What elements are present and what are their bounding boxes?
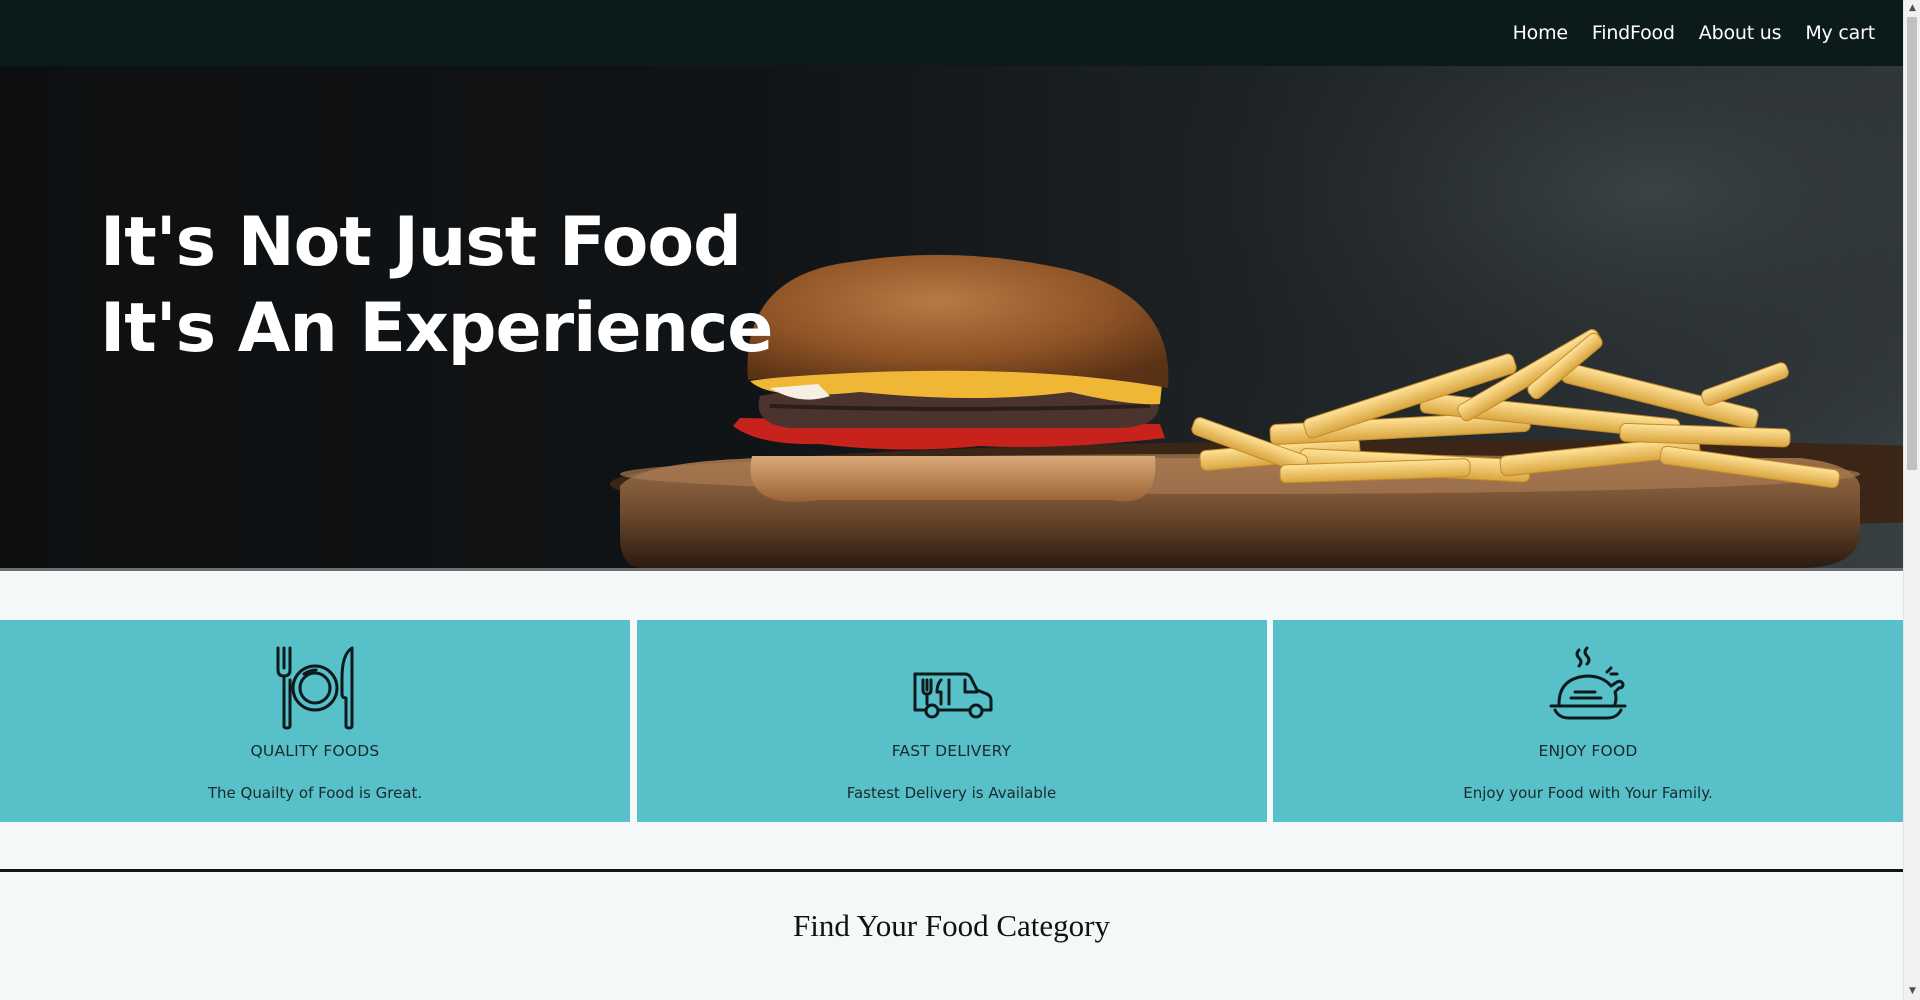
- page: Home FindFood About us My cart It's Not …: [0, 0, 1903, 1000]
- scrollbar-thumb[interactable]: [1907, 17, 1917, 470]
- plate-cutlery-icon: [276, 646, 354, 730]
- hero-heading-line1: It's Not Just Food: [100, 203, 742, 282]
- feature-card-delivery: FAST DELIVERY Fastest Delivery is Availa…: [636, 620, 1267, 822]
- section-divider: [0, 869, 1903, 872]
- nav-findfood-link[interactable]: FindFood: [1592, 22, 1675, 44]
- feature-description: Enjoy your Food with Your Family.: [1463, 784, 1713, 802]
- page-scrollbar[interactable]: ▲ ▼: [1903, 0, 1920, 1000]
- feature-title: ENJOY FOOD: [1538, 742, 1638, 760]
- scroll-up-icon[interactable]: ▲: [1904, 0, 1920, 17]
- roast-chicken-icon: [1549, 646, 1627, 720]
- delivery-van-icon: [913, 672, 992, 719]
- category-section-title: Find Your Food Category: [793, 908, 1110, 943]
- feature-card-enjoy: ENJOY FOOD Enjoy your Food with Your Fam…: [1273, 620, 1903, 822]
- hero-heading-line2: It's An Experience: [100, 289, 773, 368]
- scroll-down-icon[interactable]: ▼: [1904, 983, 1920, 1000]
- features-row: QUALITY FOODS The Quailty of Food is Gre…: [0, 620, 1903, 822]
- nav-about-link[interactable]: About us: [1699, 22, 1782, 44]
- nav-home-link[interactable]: Home: [1513, 22, 1569, 44]
- hero-heading: It's Not Just Food It's An Experience: [100, 200, 773, 372]
- feature-card-quality: QUALITY FOODS The Quailty of Food is Gre…: [0, 620, 630, 822]
- feature-title: QUALITY FOODS: [250, 742, 380, 760]
- hero-banner: It's Not Just Food It's An Experience: [0, 66, 1903, 568]
- feature-description: The Quailty of Food is Great.: [207, 784, 423, 802]
- hero-divider: [0, 568, 1903, 571]
- feature-description: Fastest Delivery is Available: [846, 784, 1057, 802]
- feature-title: FAST DELIVERY: [891, 742, 1012, 760]
- nav-cart-link[interactable]: My cart: [1805, 22, 1875, 44]
- top-navbar: Home FindFood About us My cart: [0, 0, 1903, 66]
